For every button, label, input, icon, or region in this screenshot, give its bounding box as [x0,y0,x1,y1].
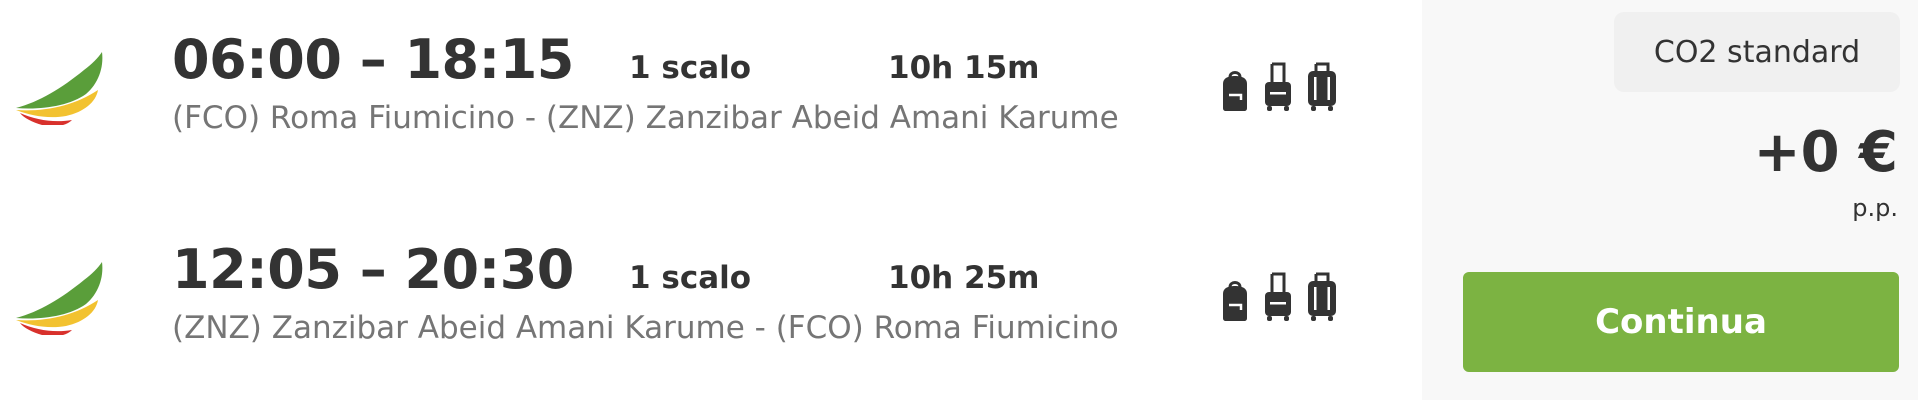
checked-bag-icon [1308,272,1336,321]
carry-on-icon [1265,272,1291,321]
flight-stops: 1 scalo [629,50,752,86]
flight-list: 06:00 – 18:15 1 scalo 10h 15m (FCO) Roma… [0,0,1422,400]
airline-logo [16,262,103,335]
airline-logo [16,52,103,125]
flight-duration: 10h 25m [888,260,1040,296]
flight-stops: 1 scalo [629,260,752,296]
backpack-icon [1223,281,1247,321]
carry-on-icon [1265,62,1291,111]
flight-route: (ZNZ) Zanzibar Abeid Amani Karume - (FCO… [172,310,1119,346]
co2-badge: CO2 standard [1614,12,1900,92]
checked-bag-icon [1308,62,1336,111]
backpack-icon [1223,71,1247,111]
flight-row-outbound[interactable]: 06:00 – 18:15 1 scalo 10h 15m (FCO) Roma… [0,0,1422,150]
baggage-icons [1220,272,1338,322]
baggage-icons [1220,62,1338,112]
continue-button[interactable]: Continua [1463,272,1899,372]
price-amount: +0 € [1753,120,1898,185]
flight-route: (FCO) Roma Fiumicino - (ZNZ) Zanzibar Ab… [172,100,1119,136]
flight-row-return[interactable]: 12:05 – 20:30 1 scalo 10h 25m (ZNZ) Zanz… [0,210,1422,360]
flight-times: 06:00 – 18:15 [172,28,574,91]
flight-duration: 10h 15m [888,50,1040,86]
flight-times: 12:05 – 20:30 [172,238,574,301]
price-per-person: p.p. [1852,194,1898,222]
